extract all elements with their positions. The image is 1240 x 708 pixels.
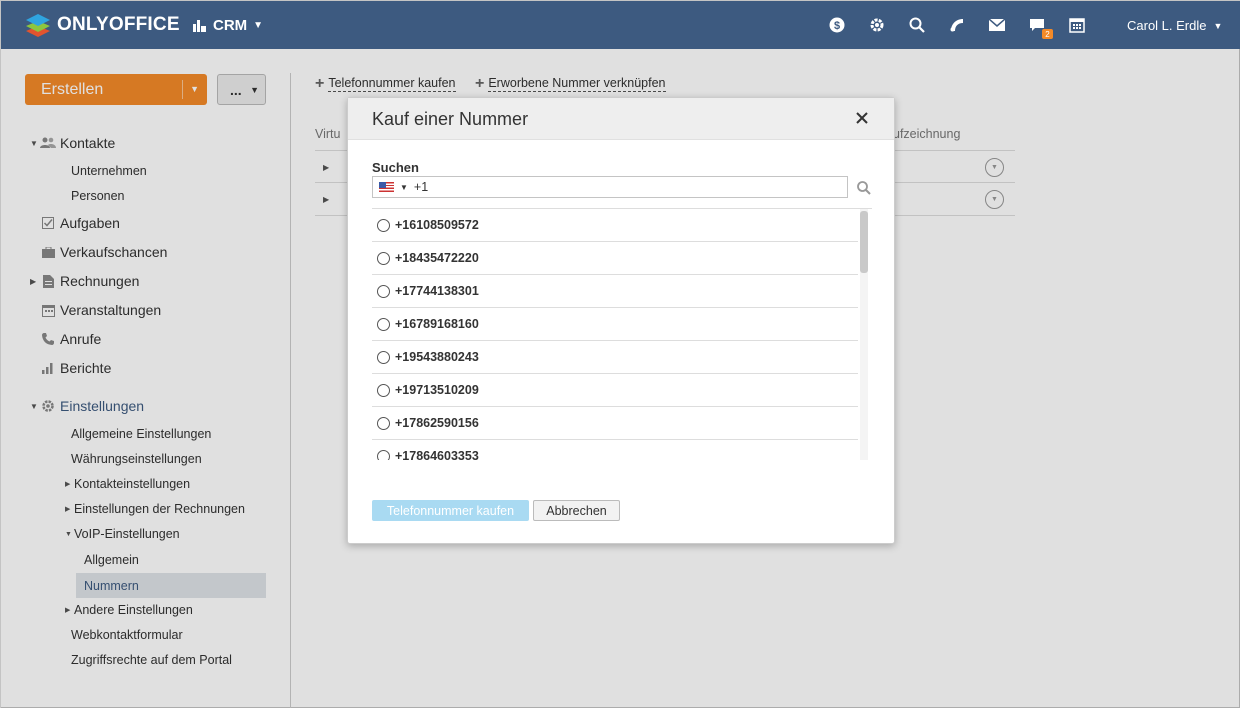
number-list[interactable]: +16108509572 +18435472220 +17744138301 +167…	[372, 208, 872, 460]
logo-text: ONLYOFFICE	[57, 14, 180, 35]
phone-number: +16108509572	[395, 218, 479, 232]
onlyoffice-logo[interactable]: ONLYOFFICE	[25, 12, 180, 38]
feed-icon[interactable]	[947, 15, 967, 35]
list-item[interactable]: +17744138301	[372, 275, 858, 308]
user-name: Carol L. Erdle	[1127, 18, 1207, 33]
svg-text:$: $	[834, 20, 840, 32]
country-dropdown-caret-icon[interactable]: ▼	[400, 183, 408, 192]
radio-button[interactable]	[377, 251, 390, 265]
close-icon[interactable]	[854, 110, 870, 126]
mail-icon[interactable]	[987, 15, 1007, 35]
radio-button[interactable]	[377, 383, 390, 397]
list-item[interactable]: +16789168160	[372, 308, 858, 341]
search-icon[interactable]	[856, 180, 872, 196]
dollar-icon[interactable]: $	[827, 15, 847, 35]
dialog-title: Kauf einer Nummer	[372, 109, 529, 129]
module-label: CRM	[213, 17, 248, 34]
chat-icon[interactable]: 2	[1027, 15, 1053, 39]
radio-button[interactable]	[377, 449, 390, 460]
user-menu[interactable]: Carol L. Erdle ▼	[1127, 18, 1222, 33]
list-item[interactable]: +17862590156	[372, 407, 858, 440]
chat-badge: 2	[1042, 29, 1053, 39]
radio-button[interactable]	[377, 317, 390, 331]
logo-icon	[25, 12, 51, 38]
crm-icon	[193, 19, 206, 32]
scrollbar-thumb[interactable]	[860, 211, 868, 273]
search-input-value: +1	[413, 180, 429, 194]
list-item[interactable]: +16108509572	[372, 209, 858, 242]
radio-button[interactable]	[377, 416, 390, 430]
search-input[interactable]: ▼ +1	[372, 176, 848, 198]
module-switcher[interactable]: CRM ▼	[193, 17, 263, 34]
list-item[interactable]: +19543880243	[372, 341, 858, 374]
dialog-header: Kauf einer Nummer	[348, 98, 894, 140]
list-item[interactable]: +17864603353	[372, 440, 858, 460]
phone-number: +17862590156	[395, 416, 479, 430]
phone-number: +16789168160	[395, 317, 479, 331]
scrollbar[interactable]	[860, 209, 868, 460]
chevron-down-icon: ▼	[253, 20, 264, 31]
phone-number: +17864603353	[395, 449, 479, 460]
radio-button[interactable]	[377, 284, 390, 298]
search-label: Suchen	[372, 160, 419, 175]
phone-number: +19543880243	[395, 350, 479, 364]
buy-number-dialog: Kauf einer Nummer Suchen ▼ +1 +161085095…	[347, 97, 895, 544]
phone-number: +19713510209	[395, 383, 479, 397]
us-flag-icon[interactable]	[379, 182, 394, 192]
cancel-button[interactable]: Abbrechen	[533, 500, 620, 521]
phone-number: +17744138301	[395, 284, 479, 298]
buy-number-button[interactable]: Telefonnummer kaufen	[372, 500, 529, 521]
radio-button[interactable]	[377, 218, 390, 232]
gear-icon[interactable]	[867, 15, 887, 35]
search-icon[interactable]	[907, 15, 927, 35]
radio-button[interactable]	[377, 350, 390, 364]
list-item[interactable]: +19713510209	[372, 374, 858, 407]
list-item[interactable]: +18435472220	[372, 242, 858, 275]
top-navigation-bar: ONLYOFFICE CRM ▼ $ 2 Carol L. Erdle ▼	[1, 1, 1240, 49]
calendar-icon[interactable]	[1067, 15, 1087, 35]
phone-number: +18435472220	[395, 251, 479, 265]
chevron-down-icon: ▼	[1213, 20, 1223, 31]
